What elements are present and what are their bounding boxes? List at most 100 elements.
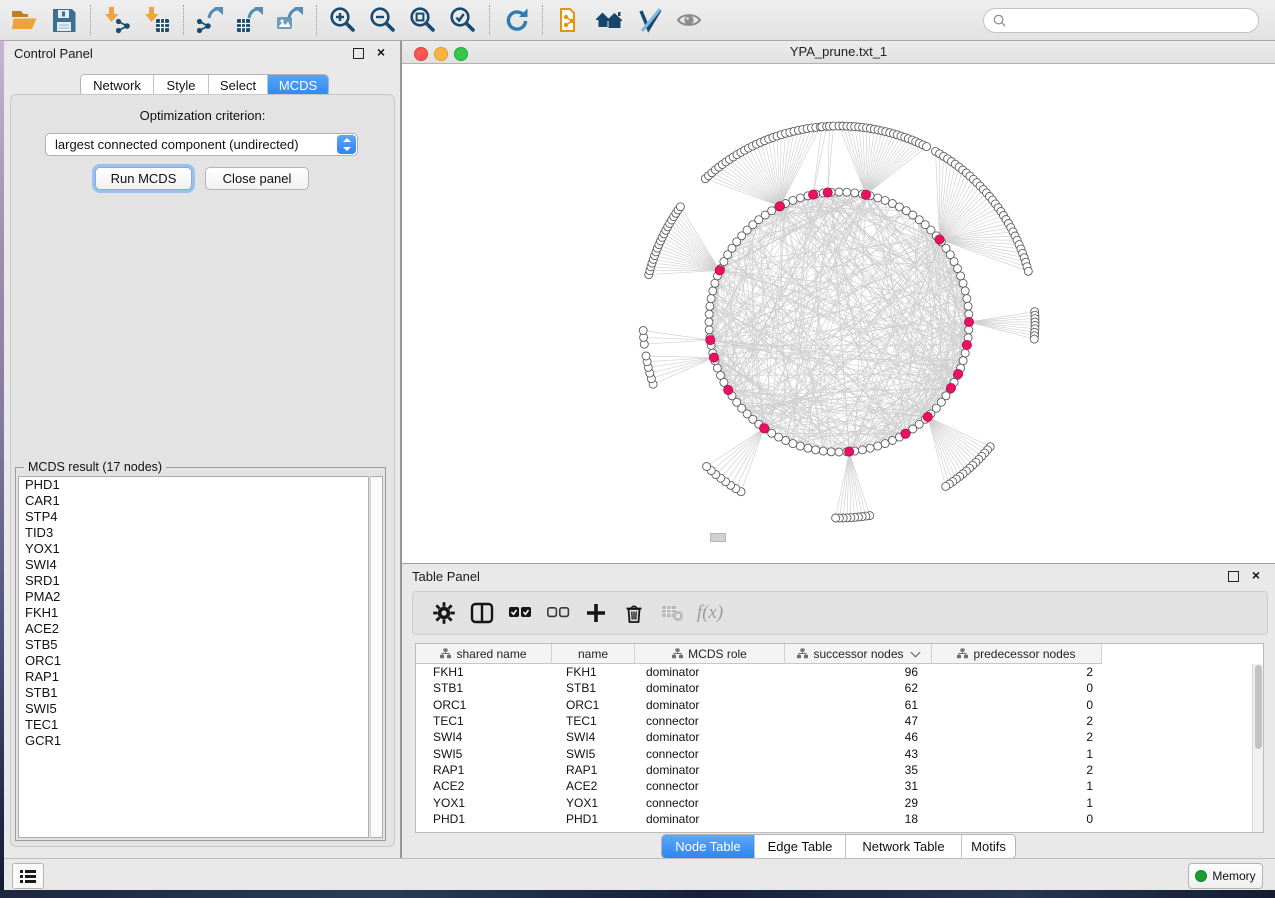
splitter-gripper[interactable] <box>710 533 726 542</box>
cell: 62 <box>785 681 932 695</box>
table-scrollbar[interactable] <box>1252 664 1263 832</box>
mcds-result-scrollbar[interactable] <box>370 476 383 838</box>
close-icon[interactable]: × <box>377 43 385 61</box>
mcds-result-item[interactable]: ORC1 <box>19 653 368 669</box>
main-toolbar <box>0 0 1275 41</box>
mcds-result-item[interactable]: YOX1 <box>19 541 368 557</box>
mcds-result-item[interactable]: STB5 <box>19 637 368 653</box>
cell: 31 <box>785 779 932 793</box>
cell: TEC1 <box>416 714 552 728</box>
open-icon[interactable] <box>4 3 44 37</box>
delete-icon[interactable] <box>615 597 653 629</box>
table-row[interactable]: ORC1ORC1dominator610 <box>416 697 1263 713</box>
zoom-in-icon[interactable] <box>323 3 363 37</box>
cell: YOX1 <box>416 796 552 810</box>
table-row[interactable]: ACE2ACE2connector311 <box>416 778 1263 794</box>
cell: SWI4 <box>552 730 635 744</box>
mcds-result-item[interactable]: RAP1 <box>19 669 368 685</box>
mcds-result-item[interactable]: ACE2 <box>19 621 368 637</box>
function-icon: f(x) <box>691 597 729 629</box>
table-row[interactable]: FKH1FKH1dominator962 <box>416 664 1263 680</box>
mcds-result-item[interactable]: SWI4 <box>19 557 368 573</box>
table-row[interactable]: SWI5SWI5connector431 <box>416 745 1263 761</box>
network-canvas[interactable] <box>402 64 1275 563</box>
table-row[interactable]: TEC1TEC1connector472 <box>416 713 1263 729</box>
mcds-result-item[interactable]: STP4 <box>19 509 368 525</box>
column-header-predecessor-nodes[interactable]: predecessor nodes <box>932 644 1102 664</box>
table-row[interactable]: RAP1RAP1dominator352 <box>416 762 1263 778</box>
home-icon[interactable] <box>589 3 629 37</box>
zoom-selected-icon[interactable] <box>443 3 483 37</box>
mcds-result-item[interactable]: STB1 <box>19 685 368 701</box>
search-box[interactable] <box>983 8 1259 33</box>
mcds-result-item[interactable]: CAR1 <box>19 493 368 509</box>
mcds-result-item[interactable]: PMA2 <box>19 589 368 605</box>
select-all-icon[interactable] <box>501 597 539 629</box>
export-table-icon[interactable] <box>230 3 270 37</box>
settings-icon[interactable] <box>425 597 463 629</box>
cell: ORC1 <box>552 698 635 712</box>
table-header-row: shared namenameMCDS rolesuccessor nodesp… <box>416 644 1102 664</box>
tab-motifs[interactable]: Motifs <box>961 835 1015 858</box>
share-document-icon[interactable] <box>549 3 589 37</box>
mcds-result-item[interactable]: GCR1 <box>19 733 368 749</box>
cell: 1 <box>932 779 1102 793</box>
mcds-result-item[interactable]: FKH1 <box>19 605 368 621</box>
table-row[interactable]: STB1STB1dominator620 <box>416 680 1263 696</box>
cell: 43 <box>785 747 932 761</box>
visual-styles-icon[interactable] <box>629 3 669 37</box>
columns-icon[interactable] <box>463 597 501 629</box>
float-icon[interactable] <box>353 48 364 59</box>
tab-network-table[interactable]: Network Table <box>845 835 961 858</box>
import-network-icon[interactable] <box>97 3 137 37</box>
network-window-titlebar[interactable]: YPA_prune.txt_1 <box>402 41 1275 64</box>
optimization-criterion-label: Optimization criterion: <box>11 108 394 123</box>
tab-node-table[interactable]: Node Table <box>662 835 754 858</box>
export-network-icon[interactable] <box>190 3 230 37</box>
close-icon[interactable]: × <box>1252 566 1260 584</box>
criterion-dropdown-value: largest connected component (undirected) <box>46 137 337 152</box>
cell: PHD1 <box>552 812 635 826</box>
memory-button[interactable]: Memory <box>1188 863 1263 889</box>
memory-label: Memory <box>1212 869 1255 883</box>
cell: SWI4 <box>416 730 552 744</box>
node-table: shared namenameMCDS rolesuccessor nodesp… <box>415 643 1264 833</box>
tab-style[interactable]: Style <box>153 75 208 96</box>
export-image-icon[interactable] <box>270 3 310 37</box>
table-row[interactable]: PHD1PHD1dominator180 <box>416 811 1263 827</box>
table-row[interactable]: YOX1YOX1connector291 <box>416 794 1263 810</box>
scrollbar-thumb[interactable] <box>1255 665 1262 749</box>
close-panel-button[interactable]: Close panel <box>205 167 309 190</box>
mcds-result-item[interactable]: SWI5 <box>19 701 368 717</box>
import-table-icon[interactable] <box>137 3 177 37</box>
mcds-result-item[interactable]: PHD1 <box>19 477 368 493</box>
show-details-icon[interactable] <box>669 3 709 37</box>
column-header-successor-nodes[interactable]: successor nodes <box>785 644 932 664</box>
mcds-result-item[interactable]: TID3 <box>19 525 368 541</box>
deselect-all-icon[interactable] <box>539 597 577 629</box>
run-mcds-button[interactable]: Run MCDS <box>95 167 192 190</box>
column-header-MCDS-role[interactable]: MCDS role <box>635 644 785 664</box>
float-icon[interactable] <box>1228 571 1239 582</box>
tab-edge-table[interactable]: Edge Table <box>754 835 845 858</box>
criterion-dropdown[interactable]: largest connected component (undirected) <box>45 133 358 156</box>
tab-network[interactable]: Network <box>81 75 153 96</box>
tab-select[interactable]: Select <box>208 75 267 96</box>
column-header-name[interactable]: name <box>552 644 635 664</box>
add-icon[interactable] <box>577 597 615 629</box>
zoom-out-icon[interactable] <box>363 3 403 37</box>
mcds-result-item[interactable]: TEC1 <box>19 717 368 733</box>
tab-mcds[interactable]: MCDS <box>267 75 328 96</box>
zoom-fit-icon[interactable] <box>403 3 443 37</box>
cell: 1 <box>932 747 1102 761</box>
cell: YOX1 <box>552 796 635 810</box>
table-panel-title: Table Panel <box>412 569 480 584</box>
refresh-icon[interactable] <box>496 3 536 37</box>
task-history-button[interactable] <box>12 863 44 889</box>
save-icon[interactable] <box>44 3 84 37</box>
cell: FKH1 <box>416 665 552 679</box>
search-input[interactable] <box>1012 12 1258 29</box>
mcds-result-item[interactable]: SRD1 <box>19 573 368 589</box>
column-header-shared-name[interactable]: shared name <box>416 644 552 664</box>
table-row[interactable]: SWI4SWI4dominator462 <box>416 729 1263 745</box>
